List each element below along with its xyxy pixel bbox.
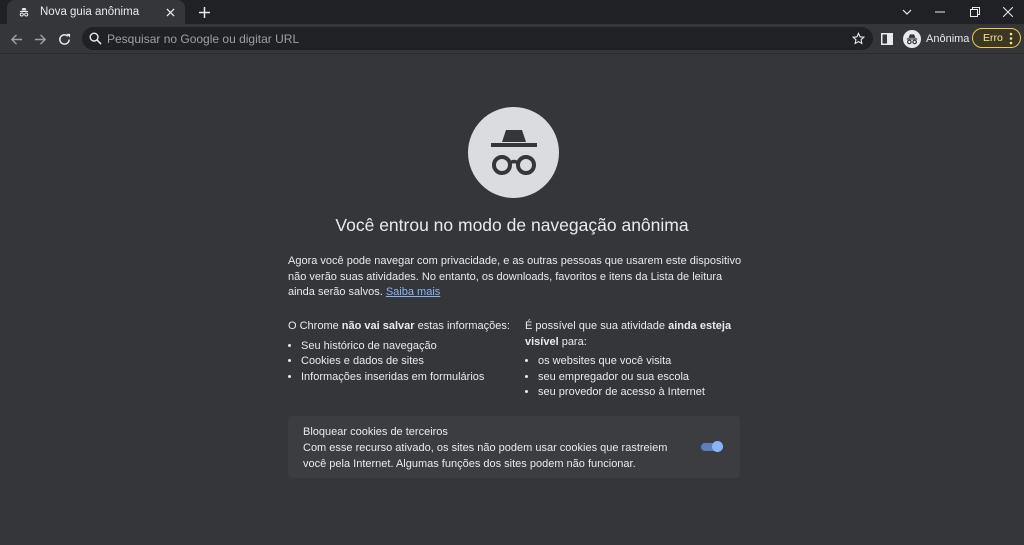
close-tab-icon[interactable]	[163, 5, 177, 19]
tab-incognito[interactable]: Nova guia anônima	[7, 0, 185, 24]
block-cookies-toggle[interactable]	[701, 441, 723, 453]
close-window-icon[interactable]	[990, 0, 1024, 24]
incognito-avatar-icon	[903, 30, 921, 48]
learn-more-link[interactable]: Saiba mais	[386, 286, 440, 298]
tab-title: Nova guia anônima	[40, 6, 140, 18]
restore-icon[interactable]	[957, 0, 993, 24]
still-visible-section: É possível que sua atividade ainda estej…	[525, 319, 740, 401]
not-saved-heading-pre: O Chrome	[288, 320, 342, 332]
intro-body: Agora você pode navegar com privacidade,…	[288, 255, 742, 298]
list-item: Cookies e dados de sites	[301, 354, 513, 370]
still-visible-heading: É possível que sua atividade ainda estej…	[525, 319, 740, 350]
incognito-hero-icon	[468, 107, 559, 198]
address-bar[interactable]	[82, 27, 873, 50]
list-item: Seu histórico de navegação	[301, 339, 513, 355]
search-icon	[89, 32, 102, 45]
cookie-card-description: Com esse recurso ativado, os sites não p…	[303, 442, 668, 470]
tab-search-icon[interactable]	[889, 0, 925, 24]
not-saved-heading: O Chrome não vai salvar estas informaçõe…	[288, 319, 513, 335]
error-menu-button[interactable]: Erro	[972, 28, 1021, 48]
cookie-card-title: Bloquear cookies de terceiros	[303, 426, 448, 438]
intro-text: Agora você pode navegar com privacidade,…	[288, 254, 748, 301]
incognito-icon	[17, 5, 31, 19]
list-item: os websites que você visita	[538, 354, 740, 370]
still-visible-heading-pre: É possível que sua atividade	[525, 320, 669, 332]
list-item: seu provedor de acesso à Internet	[538, 385, 740, 401]
more-vert-icon	[1008, 32, 1014, 45]
address-input[interactable]	[107, 27, 837, 50]
incognito-profile-button[interactable]: Anônima	[903, 29, 969, 49]
not-saved-heading-post: estas informações:	[414, 320, 510, 332]
not-saved-list: Seu histórico de navegação Cookies e dad…	[288, 339, 513, 386]
minimize-icon[interactable]	[922, 0, 958, 24]
still-visible-list: os websites que você visita seu empregad…	[525, 354, 740, 401]
not-saved-section: O Chrome não vai salvar estas informaçõe…	[288, 319, 513, 385]
not-saved-heading-bold: não vai salvar	[341, 320, 415, 332]
list-item: seu empregador ou sua escola	[538, 370, 740, 386]
tab-strip: Nova guia anônima	[0, 0, 1024, 24]
still-visible-heading-post: para:	[558, 335, 587, 348]
back-arrow-icon[interactable]	[5, 28, 27, 50]
toolbar: Anônima Erro	[0, 24, 1024, 54]
error-label: Erro	[983, 32, 1003, 44]
bookmark-star-icon[interactable]	[850, 30, 867, 47]
side-panel-icon[interactable]	[878, 30, 896, 48]
reload-icon[interactable]	[53, 28, 75, 50]
incognito-label: Anônima	[926, 33, 970, 45]
page-title: Você entrou no modo de navegação anônima	[335, 215, 689, 235]
forward-arrow-icon[interactable]	[29, 28, 51, 50]
toggle-knob	[712, 441, 723, 452]
third-party-cookies-card: Bloquear cookies de terceiros Com esse r…	[288, 416, 740, 478]
list-item: Informações inseridas em formulários	[301, 370, 513, 386]
new-tab-icon[interactable]	[195, 3, 213, 21]
